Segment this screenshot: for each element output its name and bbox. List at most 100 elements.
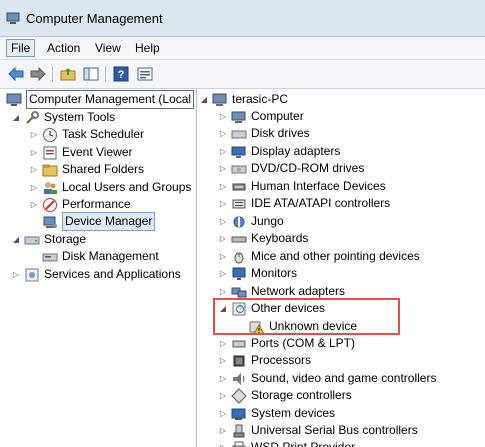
- device-category-monitors[interactable]: ▷ Monitors: [219, 265, 297, 282]
- menu-file[interactable]: File: [6, 39, 36, 57]
- computer-management-icon: [6, 92, 22, 108]
- device-category-dvd-drives[interactable]: ▷ DVD/CD-ROM drives: [219, 160, 364, 177]
- device-category-label: Computer: [251, 109, 304, 123]
- system-devices-icon: [231, 406, 247, 422]
- collapse-arrow-icon[interactable]: ◢: [12, 235, 20, 244]
- expand-arrow-icon[interactable]: ▷: [219, 252, 227, 261]
- expand-arrow-icon[interactable]: ▷: [219, 199, 227, 208]
- tree-item-label: System Tools: [44, 110, 116, 124]
- window-title: Computer Management: [26, 11, 163, 26]
- monitor-icon: [231, 266, 247, 282]
- device-category-display-adapters[interactable]: ▷ Display adapters: [219, 143, 340, 160]
- expand-arrow-icon[interactable]: ▷: [219, 426, 227, 435]
- svg-text:?: ?: [118, 69, 125, 81]
- mouse-icon: [231, 249, 247, 265]
- tree-item-services-applications[interactable]: ▷ Services and Applications: [12, 266, 181, 283]
- help-icon[interactable]: ?: [111, 64, 131, 84]
- printer-icon: [231, 440, 247, 447]
- expand-arrow-icon[interactable]: ▷: [219, 129, 227, 138]
- menu-view[interactable]: View: [91, 40, 125, 56]
- tree-item-disk-management[interactable]: Disk Management: [42, 248, 159, 265]
- expand-arrow-icon[interactable]: ▷: [30, 130, 38, 139]
- properties-icon[interactable]: [135, 64, 155, 84]
- menu-help[interactable]: Help: [131, 40, 164, 56]
- tree-item-event-viewer[interactable]: ▷ Event Viewer: [30, 144, 132, 161]
- show-hide-tree-icon[interactable]: [81, 64, 101, 84]
- shared-folder-icon: [42, 162, 58, 178]
- expand-arrow-icon[interactable]: ▷: [12, 270, 20, 279]
- device-category-system-devices[interactable]: ▷ System devices: [219, 405, 335, 422]
- device-category-label: Ports (COM & LPT): [251, 336, 356, 350]
- tree-item-label: Event Viewer: [62, 145, 133, 159]
- tree-item-label: Shared Folders: [62, 162, 145, 176]
- expand-arrow-icon[interactable]: ▷: [30, 183, 38, 192]
- expand-arrow-icon[interactable]: ▷: [219, 112, 227, 121]
- jungo-icon: [231, 214, 247, 230]
- device-category-jungo[interactable]: ▷ Jungo: [219, 213, 284, 230]
- collapse-arrow-icon[interactable]: ◢: [12, 113, 20, 122]
- menu-action[interactable]: Action: [43, 40, 84, 56]
- expand-arrow-icon[interactable]: ▷: [219, 234, 227, 243]
- tree-item-shared-folders[interactable]: ▷ Shared Folders: [30, 161, 144, 178]
- expand-arrow-icon[interactable]: ▷: [219, 356, 227, 365]
- tree-item-performance[interactable]: ▷ Performance: [30, 196, 131, 213]
- device-category-wsd-print[interactable]: ▷ WSD Print Provider: [219, 439, 355, 447]
- tree-root-label: Computer Management (Local: [26, 90, 195, 109]
- expand-arrow-icon[interactable]: ▷: [219, 339, 227, 348]
- tree-item-label: Local Users and Groups: [62, 180, 192, 194]
- device-category-usb[interactable]: ▷ Universal Serial Bus controllers: [219, 422, 418, 439]
- device-category-label: Jungo: [251, 214, 284, 228]
- tree-root-computer-management[interactable]: Computer Management (Local: [6, 90, 195, 109]
- expand-arrow-icon[interactable]: ▷: [219, 443, 227, 447]
- expand-arrow-icon[interactable]: ▷: [30, 200, 38, 209]
- forward-icon[interactable]: [28, 64, 48, 84]
- tree-item-label: Disk Management: [62, 249, 159, 263]
- device-category-computer[interactable]: ▷ Computer: [219, 108, 304, 125]
- device-category-ports[interactable]: ▷ Ports (COM & LPT): [219, 335, 355, 352]
- port-icon: [231, 336, 247, 352]
- expand-arrow-icon[interactable]: ▷: [219, 164, 227, 173]
- tree-item-task-scheduler[interactable]: ▷ Task Scheduler: [30, 126, 144, 143]
- tree-item-system-tools[interactable]: ◢ System Tools: [12, 109, 115, 126]
- device-category-disk-drives[interactable]: ▷ Disk drives: [219, 125, 310, 142]
- expand-arrow-icon[interactable]: ▷: [30, 165, 38, 174]
- expand-arrow-icon[interactable]: ▷: [219, 182, 227, 191]
- display-icon: [231, 144, 247, 160]
- device-category-hid[interactable]: ▷ Human Interface Devices: [219, 178, 386, 195]
- device-category-label: System devices: [251, 406, 336, 420]
- expand-arrow-icon[interactable]: ▷: [30, 148, 38, 157]
- device-category-label: Sound, video and game controllers: [251, 371, 437, 385]
- device-category-keyboards[interactable]: ▷ Keyboards: [219, 230, 308, 247]
- event-viewer-icon: [42, 145, 58, 161]
- device-tree-root[interactable]: ◢ terasic-PC: [200, 91, 288, 108]
- expand-arrow-icon[interactable]: ▷: [219, 287, 227, 296]
- tree-item-local-users[interactable]: ▷ Local Users and Groups: [30, 179, 191, 196]
- toolbar-separator: [52, 66, 53, 82]
- tree-item-label: Services and Applications: [44, 267, 181, 281]
- device-category-ide[interactable]: ▷ IDE ATA/ATAPI controllers: [219, 195, 390, 212]
- device-category-processors[interactable]: ▷ Processors: [219, 352, 311, 369]
- processor-icon: [231, 353, 247, 369]
- tree-item-device-manager[interactable]: Device Manager: [42, 212, 156, 231]
- tree-item-storage[interactable]: ◢ Storage: [12, 231, 86, 248]
- device-category-storage-controllers[interactable]: ▷ Storage controllers: [219, 387, 352, 404]
- device-category-mice[interactable]: ▷ Mice and other pointing devices: [219, 248, 420, 265]
- device-category-label: Human Interface Devices: [251, 179, 386, 193]
- disk-drive-icon: [231, 126, 247, 142]
- up-folder-icon[interactable]: [58, 64, 78, 84]
- device-tree-root-label: terasic-PC: [232, 92, 289, 106]
- back-icon[interactable]: [6, 64, 26, 84]
- expand-arrow-icon[interactable]: ▷: [219, 217, 227, 226]
- device-category-sound[interactable]: ▷ Sound, video and game controllers: [219, 370, 437, 387]
- toolbar-separator: [105, 66, 106, 82]
- keyboard-icon: [231, 231, 247, 247]
- device-category-label: Monitors: [251, 266, 298, 280]
- expand-arrow-icon[interactable]: ▷: [219, 409, 227, 418]
- collapse-arrow-icon[interactable]: ◢: [200, 95, 208, 104]
- expand-arrow-icon[interactable]: ▷: [219, 374, 227, 383]
- expand-arrow-icon[interactable]: ▷: [219, 269, 227, 278]
- expand-arrow-icon[interactable]: ▷: [219, 147, 227, 156]
- tree-item-label: Performance: [62, 197, 131, 211]
- clock-icon: [42, 127, 58, 143]
- expand-arrow-icon[interactable]: ▷: [219, 391, 227, 400]
